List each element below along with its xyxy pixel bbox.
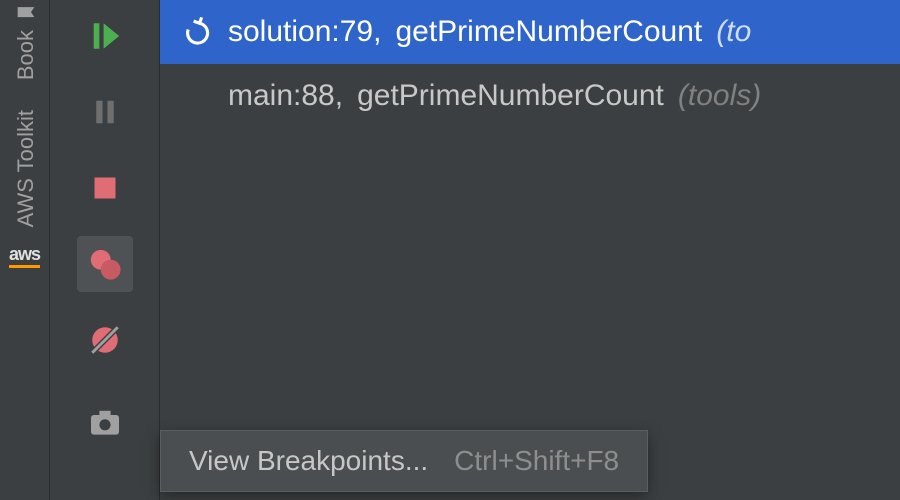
view-breakpoints-button[interactable] [77,236,133,292]
tooltip: View Breakpoints... Ctrl+Shift+F8 [160,430,648,492]
resume-button[interactable] [77,8,133,64]
aws-logo-icon: aws [9,244,40,265]
stack-frame-row[interactable]: solution:79, getPrimeNumberCount (to [160,0,900,64]
bookmarks-toolwindow-tab[interactable]: Book [13,2,39,80]
frame-package: (to [716,15,751,49]
frame-method: getPrimeNumberCount [357,79,664,113]
stack-frame-row[interactable]: main:88, getPrimeNumberCount (tools) [160,64,900,128]
breakpoints-icon [88,247,122,281]
debugger-toolbar [50,0,160,500]
frame-package: (tools) [678,79,761,113]
bookmark-icon [16,0,36,25]
mute-breakpoints-button[interactable] [77,312,133,368]
tooltip-shortcut: Ctrl+Shift+F8 [454,445,619,477]
aws-toolkit-toolwindow-tab[interactable]: AWS Toolkit [13,110,39,227]
snapshot-button[interactable] [77,394,133,450]
tool-window-rail: Book AWS Toolkit aws [0,0,50,500]
pause-button[interactable] [77,84,133,140]
camera-icon [88,408,122,436]
frames-panel: solution:79, getPrimeNumberCount (to mai… [160,0,900,500]
bookmarks-label: Book [13,30,39,80]
stop-button[interactable] [77,160,133,216]
aws-toolkit-label: AWS Toolkit [13,110,39,227]
pause-icon [90,97,120,127]
stop-icon [91,174,119,202]
frame-location: solution:79, [228,15,381,49]
drop-frame-icon[interactable] [180,15,214,49]
mute-breakpoints-icon [88,323,122,357]
frame-location: main:88, [228,79,343,113]
tooltip-label: View Breakpoints... [189,445,428,477]
play-icon [88,19,122,53]
frame-method: getPrimeNumberCount [395,15,702,49]
